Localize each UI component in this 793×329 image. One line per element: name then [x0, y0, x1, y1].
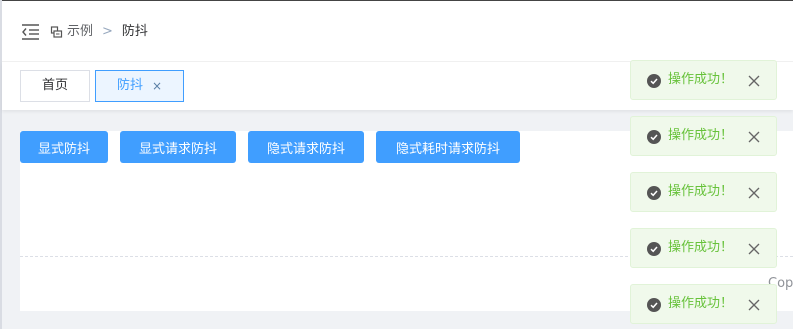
example-icon [50, 25, 64, 39]
toast-message: 操作成功！ [668, 128, 734, 143]
top-navbar: 示例 > 防抖 [2, 1, 793, 62]
close-icon[interactable] [747, 73, 761, 87]
implicit-slow-request-debounce-button[interactable]: 隐式耗时请求防抖 [376, 131, 520, 163]
success-icon [647, 186, 661, 200]
explicit-debounce-button[interactable]: 显式防抖 [20, 131, 108, 163]
success-toast: 操作成功！ [630, 228, 777, 268]
tab-close-icon[interactable]: × [152, 71, 162, 101]
toast-message: 操作成功！ [668, 296, 734, 311]
success-icon [647, 74, 661, 88]
success-icon [647, 298, 661, 312]
toast-message: 操作成功！ [668, 184, 734, 199]
success-icon [647, 242, 661, 256]
close-icon[interactable] [747, 297, 761, 311]
success-icon [647, 130, 661, 144]
close-icon[interactable] [747, 129, 761, 143]
explicit-request-debounce-button[interactable]: 显式请求防抖 [120, 131, 236, 163]
breadcrumb-item-current: 防抖 [121, 24, 148, 39]
toast-message: 操作成功！ [668, 72, 734, 87]
toast-message: 操作成功！ [668, 240, 734, 255]
tab-home-label: 首页 [41, 78, 68, 93]
tab-debounce[interactable]: 防抖 × [95, 70, 184, 102]
success-toast: 操作成功！ [630, 116, 777, 156]
breadcrumb: 示例 > 防抖 [50, 22, 148, 42]
close-icon[interactable] [747, 241, 761, 255]
breadcrumb-item-example[interactable]: 示例 [67, 22, 93, 42]
menu-fold-icon[interactable] [21, 23, 41, 41]
success-toast: 操作成功！ [630, 172, 777, 212]
tab-home[interactable]: 首页 [20, 70, 90, 102]
close-icon[interactable] [747, 185, 761, 199]
success-toast: 操作成功！ [630, 284, 777, 324]
implicit-request-debounce-button[interactable]: 隐式请求防抖 [248, 131, 364, 163]
tab-debounce-label: 防抖 [116, 78, 143, 93]
success-toast: 操作成功！ [630, 60, 777, 100]
breadcrumb-separator: > [102, 24, 113, 39]
